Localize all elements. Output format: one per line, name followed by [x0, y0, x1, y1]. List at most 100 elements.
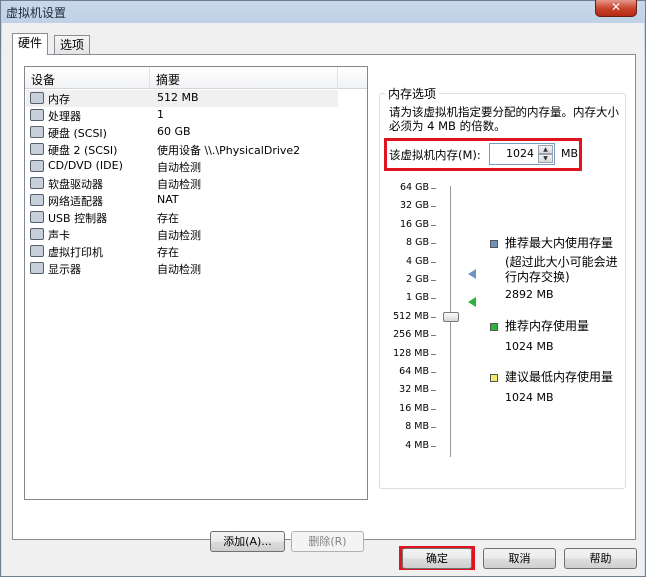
device-row[interactable]: 显示器 自动检测: [26, 260, 338, 277]
device-name: 虚拟打印机: [48, 246, 103, 259]
device-summary: 512 MB: [157, 91, 199, 104]
minimum-legend-icon: [490, 374, 498, 382]
max-recommended-marker-icon: [468, 269, 476, 279]
device-row[interactable]: 内存 512 MB: [26, 90, 338, 107]
column-header-device[interactable]: 设备: [31, 71, 55, 88]
scale-tick: [431, 408, 436, 410]
tab-hardware[interactable]: 硬件: [12, 33, 49, 55]
device-summary: 60 GB: [157, 125, 191, 138]
device-summary: 自动检测: [157, 229, 201, 242]
scale-tick: [431, 427, 436, 429]
device-summary: 自动检测: [157, 263, 201, 276]
dialog-body: 硬件 选项 设备 摘要 内存 512 MB 处理器 1 硬盘 (SCSI) 60 GB 硬盘…: [2, 23, 644, 576]
recommended-label: 推荐内存使用量: [505, 319, 590, 333]
device-name: CD/DVD (IDE): [48, 159, 123, 172]
spin-down-arrow-icon[interactable]: ▼: [538, 154, 553, 163]
window-title: 虚拟机设置: [6, 6, 67, 20]
device-name: 硬盘 2 (SCSI): [48, 144, 118, 157]
device-summary: 自动检测: [157, 178, 201, 191]
scale-tick: [431, 335, 436, 337]
device-row[interactable]: 硬盘 (SCSI) 60 GB: [26, 124, 338, 141]
scale-label: 4 GB: [406, 255, 429, 267]
device-row[interactable]: 硬盘 2 (SCSI) 使用设备 \\.\PhysicalDrive2: [26, 141, 338, 158]
help-button[interactable]: 帮助: [564, 548, 637, 569]
printer-icon: [30, 245, 44, 257]
cancel-button[interactable]: 取消: [483, 548, 556, 569]
scale-label: 2 GB: [406, 274, 429, 285]
network-adapter-icon: [30, 194, 44, 206]
scale-label: 256 MB: [393, 329, 429, 341]
scale-label: 32 GB: [400, 200, 429, 212]
scale-tick: [431, 224, 436, 226]
spin-up-arrow-icon[interactable]: ▲: [538, 145, 553, 154]
ok-button[interactable]: 确定: [402, 548, 472, 569]
add-device-button[interactable]: 添加(A)...: [210, 531, 285, 552]
device-row[interactable]: 声卡 自动检测: [26, 226, 338, 243]
minimum-label: 建议最低内存使用量: [505, 370, 614, 384]
max-recommended-label: 推荐最大内使用存量: [505, 236, 614, 250]
device-summary: 自动检测: [157, 161, 201, 174]
hard-disk-icon: [30, 143, 44, 155]
sound-card-icon: [30, 228, 44, 240]
scale-label: 32 MB: [399, 384, 429, 396]
scale-tick: [431, 243, 436, 245]
device-row[interactable]: 软盘驱动器 自动检测: [26, 175, 338, 192]
device-summary: 存在: [157, 212, 179, 225]
device-name: 硬盘 (SCSI): [48, 127, 107, 140]
scale-tick: [431, 353, 436, 355]
remove-device-button[interactable]: 删除(R): [291, 531, 364, 552]
device-row[interactable]: CD/DVD (IDE) 自动检测: [26, 158, 338, 175]
device-row[interactable]: USB 控制器 存在: [26, 209, 338, 226]
scale-label: 64 MB: [399, 366, 429, 377]
recommended-marker-icon: [468, 297, 476, 307]
scale-tick: [431, 390, 436, 392]
tab-options[interactable]: 选项: [54, 35, 91, 55]
device-row[interactable]: 网络适配器 NAT: [26, 192, 338, 209]
memory-size-value[interactable]: 1024: [506, 147, 534, 160]
max-recommended-legend-icon: [490, 240, 498, 248]
cd-dvd-icon: [30, 160, 44, 172]
device-name: 声卡: [48, 229, 70, 242]
device-summary: 1: [157, 108, 164, 121]
device-row[interactable]: 虚拟打印机 存在: [26, 243, 338, 260]
processor-icon: [30, 109, 44, 121]
memory-unit-label: MB: [561, 147, 579, 160]
device-summary: 使用设备 \\.\PhysicalDrive2: [157, 144, 301, 157]
memory-description: 请为该虚拟机指定要分配的内存量。内存大小必须为 4 MB 的倍数。: [389, 105, 619, 133]
close-button[interactable]: ✕: [595, 0, 637, 17]
scale-label: 16 MB: [399, 402, 429, 414]
device-list[interactable]: 设备 摘要 内存 512 MB 处理器 1 硬盘 (SCSI) 60 GB 硬盘 2 (SC…: [24, 66, 368, 500]
list-header: 设备 摘要: [25, 67, 367, 89]
memory-size-stepper[interactable]: 1024 ▲ ▼: [489, 143, 555, 165]
scale-tick: [431, 372, 436, 373]
usb-icon: [30, 211, 44, 223]
scale-label: 128 MB: [393, 347, 429, 359]
minimum-value: 1024 MB: [505, 391, 554, 404]
hard-disk-icon: [30, 126, 44, 138]
scale-tick: [431, 445, 436, 447]
device-name: 处理器: [48, 110, 81, 123]
recommended-legend-icon: [490, 323, 498, 331]
memory-slider-thumb[interactable]: [443, 311, 459, 322]
max-recommended-note: (超过此大小可能会进行内存交换): [505, 255, 618, 284]
recommended-value: 1024 MB: [505, 340, 554, 353]
scale-label: 1 GB: [406, 292, 429, 304]
column-divider[interactable]: [337, 67, 338, 89]
hardware-panel: 设备 摘要 内存 512 MB 处理器 1 硬盘 (SCSI) 60 GB 硬盘 2 (SC…: [12, 54, 636, 552]
scale-label: 8 MB: [405, 421, 429, 433]
title-bar[interactable]: 虚拟机设置 ✕: [1, 0, 645, 23]
memory-options-title: 内存选项: [385, 85, 440, 102]
memory-field-label: 该虚拟机内存(M):: [389, 148, 481, 162]
scale-label: 512 MB: [393, 310, 429, 322]
device-name: 内存: [48, 93, 70, 106]
column-header-summary[interactable]: 摘要: [156, 71, 180, 88]
scale-label: 4 MB: [405, 439, 429, 451]
device-row[interactable]: 处理器 1: [26, 107, 338, 124]
display-icon: [30, 262, 44, 274]
scale-tick: [431, 280, 436, 281]
close-icon: ✕: [610, 0, 622, 14]
vm-settings-window: 虚拟机设置 ✕ 硬件 选项 设备 摘要 内存 512 MB 处理器 1 硬盘 (SCSI…: [0, 0, 646, 577]
device-name: 显示器: [48, 263, 81, 276]
column-divider[interactable]: [149, 67, 150, 89]
scale-tick: [431, 298, 436, 300]
